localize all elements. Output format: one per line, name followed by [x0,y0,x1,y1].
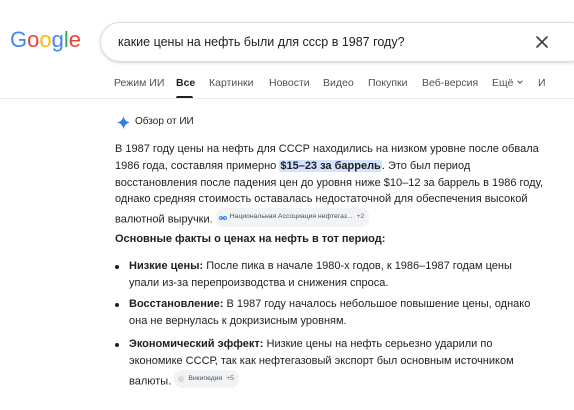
bullet-title: Низкие цены: [129,260,204,272]
source-chip-count: +5 [226,374,234,382]
bullet-dot [115,303,119,307]
tab-all[interactable]: Все [176,77,195,89]
tab-ai-mode[interactable]: Режим ИИ [114,77,164,89]
ai-overview-paragraph: В 1987 году цены на нефть для СССР наход… [115,141,547,228]
source-chip[interactable]: Википедия +5 [174,369,239,389]
search-box[interactable]: какие цены на нефть были для ссср в 1987… [100,22,574,62]
link-icon [218,215,227,220]
header-divider [0,98,574,99]
source-chip[interactable]: Национальная Ассоциация нефтегаз... +2 [215,208,370,227]
search-tabs: Режим ИИ Все Картинки Новости Видео Поку… [0,74,574,99]
tab-news[interactable]: Новости [269,77,310,89]
list-item: Экономический эффект: Низкие цены на неф… [115,336,540,390]
list-item: Низкие цены: После пика в начале 1980-х … [115,258,540,292]
tab-more-label: Ещё [492,77,514,89]
tab-tools[interactable]: И [538,77,546,89]
tab-videos[interactable]: Видео [323,77,354,89]
logo-letter: o [39,27,52,52]
logo-letter: e [68,27,82,52]
logo-letter: o [27,27,40,52]
source-chip-count: +2 [356,213,365,221]
logo-letter: g [51,27,64,52]
bullet-dot [115,265,119,269]
chevron-down-icon [517,80,524,84]
tab-web[interactable]: Веб-версия [422,77,478,89]
bullet-title: Восстановление: [129,298,224,310]
wikipedia-icon [178,375,185,383]
source-chip-label: Википедия [188,374,223,382]
logo-letter: G [10,27,28,52]
close-icon[interactable] [532,32,552,52]
facts-heading: Основные факты о ценах на нефть в тот пе… [115,233,386,245]
bullet-title: Экономический эффект: [129,338,264,350]
sparkle-icon [116,115,131,130]
bullet-dot [115,343,119,347]
ai-overview-title: Обзор от ИИ [135,116,194,127]
search-input[interactable]: какие цены на нефть были для ссср в 1987… [118,35,405,49]
tab-more[interactable]: Ещё [492,77,524,89]
source-chip-label: Национальная Ассоциация нефтегаз... [229,213,353,221]
price-highlight: $15–23 за баррель [279,159,382,172]
google-logo[interactable]: Google [10,27,81,53]
list-item: Восстановление: В 1987 году началось неб… [115,296,540,330]
tab-shopping[interactable]: Покупки [368,77,408,89]
tab-images[interactable]: Картинки [209,77,254,89]
